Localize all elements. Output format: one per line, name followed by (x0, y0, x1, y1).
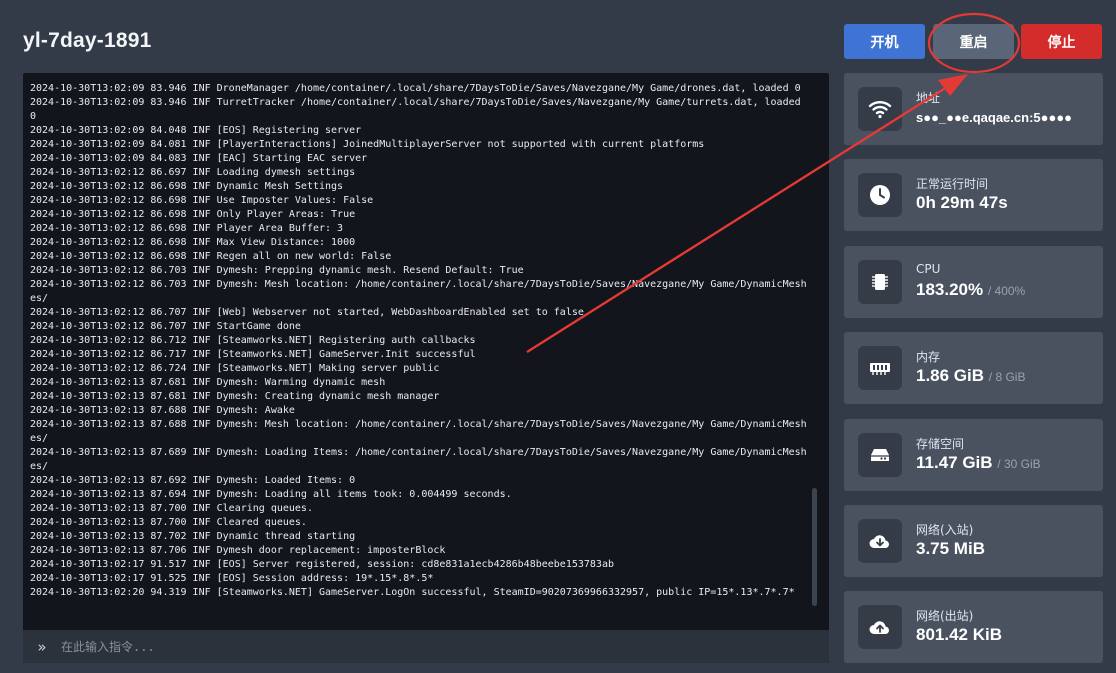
uptime-label: 正常运行时间 (916, 177, 989, 191)
stat-card-network-out: 网络(出站) 801.42 KiB (844, 591, 1103, 663)
log-line: 2024-10-30T13:02:09 83.946 INF DroneMana… (30, 83, 801, 94)
stat-card-address: 地址 s●●_●●e.qaqae.cn:5●●●● (844, 73, 1103, 145)
restart-button[interactable]: 重启 (933, 24, 1014, 59)
log-line: 2024-10-30T13:02:12 86.707 INF [Web] Web… (30, 307, 584, 318)
log-line: 2024-10-30T13:02:12 86.698 INF Regen all… (30, 251, 392, 262)
network-out-value: 801.42 KiB (916, 625, 1002, 644)
memory-icon (858, 346, 902, 390)
cpu-max: / 400% (987, 284, 1026, 298)
log-line: 2024-10-30T13:02:17 91.525 INF [EOS] Ses… (30, 573, 434, 584)
address-value: s●●_●●e.qaqae.cn:5●●●● (916, 110, 1073, 125)
log-line: 2024-10-30T13:02:13 87.700 INF Cleared q… (30, 517, 307, 528)
log-line: 2024-10-30T13:02:12 86.698 INF Dynamic M… (30, 181, 344, 192)
start-button[interactable]: 开机 (844, 24, 925, 59)
cloud-upload-icon (858, 605, 902, 649)
log-line: 2024-10-30T13:02:13 87.681 INF Dymesh: W… (30, 377, 386, 388)
log-line: 2024-10-30T13:02:12 86.698 INF Max View … (30, 237, 356, 248)
server-title: yl-7day-1891 (23, 29, 152, 52)
log-line: 2024-10-30T13:02:17 91.517 INF [EOS] Ser… (30, 559, 614, 570)
log-line: 2024-10-30T13:02:12 86.697 INF Loading d… (30, 167, 356, 178)
log-line: 2024-10-30T13:02:09 84.048 INF [EOS] Reg… (30, 125, 362, 136)
cpu-chip-icon (858, 260, 902, 304)
stat-card-network-in: 网络(入站) 3.75 MiB (844, 505, 1103, 577)
log-line: 2024-10-30T13:02:09 83.946 INF TurretTra… (30, 97, 807, 122)
log-line: 2024-10-30T13:02:12 86.703 INF Dymesh: M… (30, 279, 807, 304)
stat-card-uptime: 正常运行时间 0h 29m 47s (844, 159, 1103, 231)
command-input[interactable] (61, 630, 829, 663)
memory-label: 内存 (916, 350, 941, 364)
cpu-label: CPU (916, 262, 941, 276)
prompt-chevron-icon: » (37, 637, 47, 656)
cpu-value: 183.20% / 400% (916, 280, 1025, 300)
log-line: 2024-10-30T13:02:13 87.692 INF Dymesh: L… (30, 475, 356, 486)
log-line: 2024-10-30T13:02:12 86.724 INF [Steamwor… (30, 363, 440, 374)
console-scrollbar[interactable] (812, 488, 817, 606)
hard-drive-icon (858, 433, 902, 477)
log-line: 2024-10-30T13:02:12 86.698 INF Only Play… (30, 209, 356, 220)
log-line: 2024-10-30T13:02:20 94.319 INF [Steamwor… (30, 587, 795, 598)
log-line: 2024-10-30T13:02:13 87.694 INF Dymesh: L… (30, 489, 512, 500)
cpu-usage: 183.20% (916, 280, 984, 299)
uptime-value: 0h 29m 47s (916, 193, 1008, 212)
storage-value: 11.47 GiB / 30 GiB (916, 453, 1041, 473)
address-label: 地址 (916, 91, 941, 105)
stop-button[interactable]: 停止 (1021, 24, 1102, 59)
memory-value: 1.86 GiB / 8 GiB (916, 366, 1025, 386)
log-line: 2024-10-30T13:02:13 87.702 INF Dynamic t… (30, 531, 356, 542)
network-in-value: 3.75 MiB (916, 539, 985, 558)
log-line: 2024-10-30T13:02:13 87.700 INF Clearing … (30, 503, 313, 514)
clock-icon (858, 173, 902, 217)
storage-max: / 30 GiB (997, 457, 1041, 471)
log-line: 2024-10-30T13:02:13 87.688 INF Dymesh: M… (30, 419, 807, 444)
log-line: 2024-10-30T13:02:12 86.698 INF Player Ar… (30, 223, 344, 234)
log-line: 2024-10-30T13:02:09 84.083 INF [EAC] Sta… (30, 153, 368, 164)
console-log[interactable]: 2024-10-30T13:02:09 83.946 INF DroneMana… (30, 82, 812, 622)
stat-card-storage: 存储空间 11.47 GiB / 30 GiB (844, 419, 1103, 491)
console-panel: 2024-10-30T13:02:09 83.946 INF DroneMana… (23, 73, 829, 663)
log-line: 2024-10-30T13:02:12 86.698 INF Use Impos… (30, 195, 374, 206)
log-line: 2024-10-30T13:02:13 87.681 INF Dymesh: C… (30, 391, 440, 402)
cloud-download-icon (858, 519, 902, 563)
stat-card-cpu: CPU 183.20% / 400% (844, 246, 1103, 318)
stat-card-memory: 内存 1.86 GiB / 8 GiB (844, 332, 1103, 404)
memory-usage: 1.86 GiB (916, 366, 985, 385)
network-out-label: 网络(出站) (916, 609, 974, 623)
storage-label: 存储空间 (916, 437, 965, 451)
log-line: 2024-10-30T13:02:09 84.081 INF [PlayerIn… (30, 139, 705, 150)
storage-usage: 11.47 GiB (916, 453, 993, 472)
network-in-label: 网络(入站) (916, 523, 974, 537)
log-line: 2024-10-30T13:02:12 86.707 INF StartGame… (30, 321, 301, 332)
log-line: 2024-10-30T13:02:13 87.688 INF Dymesh: A… (30, 405, 295, 416)
log-line: 2024-10-30T13:02:13 87.689 INF Dymesh: L… (30, 447, 807, 472)
log-line: 2024-10-30T13:02:12 86.712 INF [Steamwor… (30, 335, 476, 346)
command-bar: » (23, 630, 829, 663)
memory-max: / 8 GiB (988, 370, 1026, 384)
log-line: 2024-10-30T13:02:12 86.703 INF Dymesh: P… (30, 265, 524, 276)
wifi-icon (858, 87, 902, 131)
log-line: 2024-10-30T13:02:13 87.706 INF Dymesh do… (30, 545, 446, 556)
log-line: 2024-10-30T13:02:12 86.717 INF [Steamwor… (30, 349, 476, 360)
